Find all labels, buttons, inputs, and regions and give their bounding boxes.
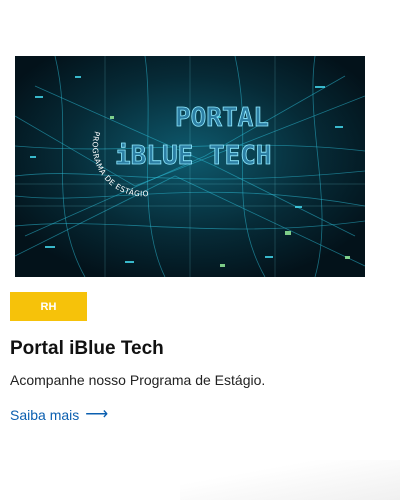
post-thumbnail[interactable]: PORTAL iBLUE TECH PROGRAMA DE ESTÁGIO bbox=[15, 56, 365, 277]
footer-decoration bbox=[180, 460, 400, 500]
post-card: PORTAL iBLUE TECH PROGRAMA DE ESTÁGIO RH… bbox=[0, 0, 400, 500]
thumbnail-title-line1: PORTAL bbox=[175, 103, 269, 133]
post-description: Acompanhe nosso Programa de Estágio. bbox=[10, 372, 266, 388]
thumbnail-title-line2: iBLUE TECH bbox=[115, 141, 272, 171]
read-more-link[interactable]: Saiba mais ⟶ bbox=[10, 406, 109, 424]
read-more-label: Saiba mais bbox=[10, 407, 80, 423]
post-title[interactable]: Portal iBlue Tech bbox=[10, 338, 164, 360]
thumbnail-graphic: PORTAL iBLUE TECH PROGRAMA DE ESTÁGIO bbox=[15, 56, 365, 277]
category-badge[interactable]: RH bbox=[10, 292, 87, 321]
arrow-right-icon: ⟶ bbox=[85, 406, 109, 423]
